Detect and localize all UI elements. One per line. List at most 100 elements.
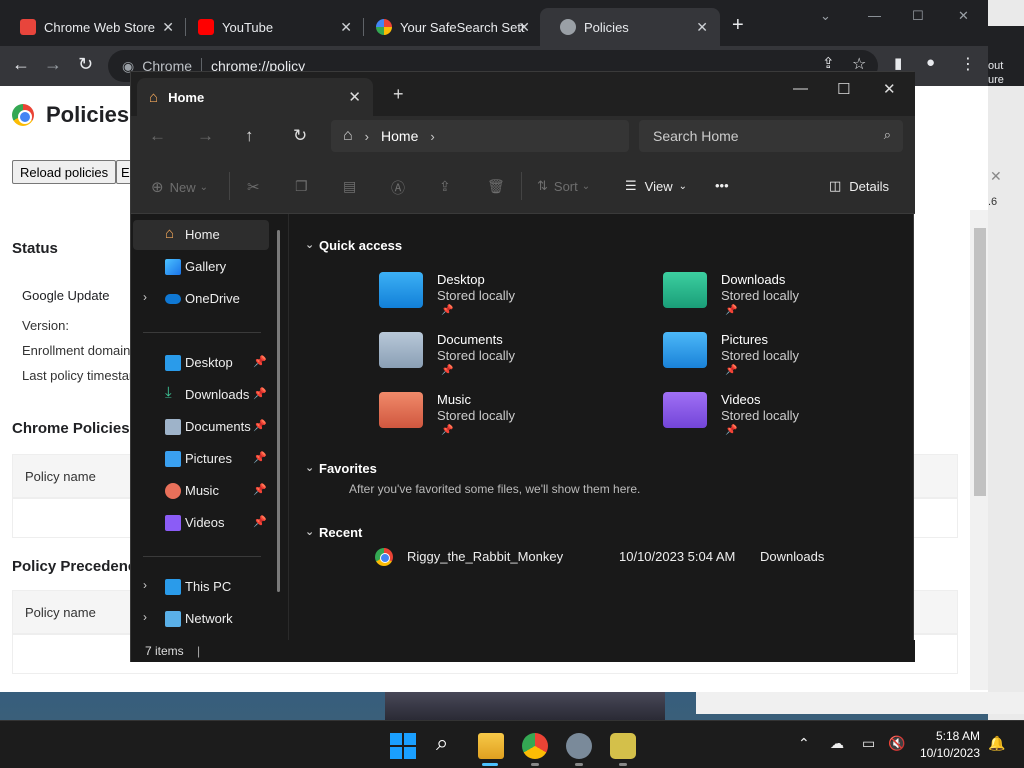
item-status: Stored locally	[721, 348, 800, 363]
sort-button[interactable]: ⇅ Sort ⌄	[537, 178, 590, 194]
pin-icon[interactable]: 📌	[253, 419, 267, 432]
scrollbar-thumb[interactable]	[974, 228, 986, 496]
new-tab-button[interactable]: +	[732, 14, 744, 37]
close-icon[interactable]: ✕	[348, 88, 361, 106]
new-button[interactable]: ⊕ New ⌄	[151, 178, 208, 196]
delete-icon[interactable]: 🗑	[487, 178, 505, 195]
network-status-icon[interactable]: ▭	[862, 735, 875, 752]
recent-header[interactable]: ⌄ Recent	[305, 525, 362, 540]
share-icon[interactable]: ⇪	[822, 54, 835, 72]
profile-icon[interactable]: ●	[926, 54, 935, 71]
search-icon[interactable]: ⌕	[436, 730, 462, 756]
cut-icon[interactable]: ✂	[247, 178, 260, 196]
tab-policies[interactable]: Policies ✕	[540, 8, 720, 46]
sidebar-scrollbar[interactable]	[277, 230, 280, 592]
search-input[interactable]: Search Home ⌕	[639, 120, 903, 152]
start-button[interactable]	[390, 733, 416, 759]
file-explorer-icon[interactable]	[478, 733, 504, 759]
sidebar-item-gallery[interactable]: Gallery	[133, 252, 269, 282]
forward-icon[interactable]: →	[44, 54, 62, 75]
tab-chrome-web-store[interactable]: Chrome Web Store ✕	[0, 8, 186, 46]
sidebar-item-home[interactable]: ⌂ Home	[133, 220, 269, 250]
paste-icon[interactable]: ▤	[343, 178, 356, 195]
tab-safesearch[interactable]: Your SafeSearch Sett ✕	[356, 8, 542, 46]
recent-file-row[interactable]: Riggy_the_Rabbit_Monkey 10/10/2023 5:04 …	[375, 548, 855, 572]
chevron-down-icon[interactable]: ⌄	[820, 8, 831, 24]
quick-access-desktop[interactable]: Desktop Stored locally 📌	[379, 272, 629, 332]
download-icon: ⤓	[165, 384, 172, 401]
web-store-icon	[20, 19, 36, 35]
chevron-right-icon[interactable]: ›	[143, 290, 147, 304]
close-icon[interactable]: ✕	[958, 8, 969, 24]
more-options-icon[interactable]: •••	[715, 178, 729, 193]
quick-access-header[interactable]: ⌄ Quick access	[305, 238, 402, 253]
maximize-icon[interactable]: ☐	[912, 8, 924, 24]
share-icon[interactable]: ⇪	[439, 178, 451, 195]
breadcrumb[interactable]: Home	[381, 128, 418, 144]
computer-icon	[165, 579, 181, 595]
chevron-up-icon[interactable]: ⌃	[798, 735, 810, 752]
quick-access-videos[interactable]: Videos Stored locally 📌	[663, 392, 913, 452]
chrome-icon[interactable]	[522, 733, 548, 759]
system-clock[interactable]: 5:18 AM 10/10/2023	[910, 728, 980, 762]
minimize-icon[interactable]: —	[793, 80, 808, 97]
background-window[interactable]: out ure .6 ✕	[988, 0, 1024, 720]
rename-icon[interactable]: Ⓐ	[391, 178, 405, 198]
sidebar-item-documents[interactable]: Documents 📌	[133, 412, 269, 442]
close-icon[interactable]: ✕	[340, 19, 352, 36]
taskbar: ⌕ ⌃ ☁ ▭ 🔇 5:18 AM 10/10/2023 🔔	[0, 720, 1024, 768]
pin-icon[interactable]: 📌	[253, 451, 267, 464]
forward-icon[interactable]: →	[197, 126, 214, 146]
sidebar-item-music[interactable]: Music 📌	[133, 476, 269, 506]
pin-icon[interactable]: 📌	[253, 387, 267, 400]
menu-icon[interactable]: ⋮	[960, 54, 976, 74]
pin-icon[interactable]: 📌	[253, 483, 267, 496]
reload-policies-button[interactable]: Reload policies	[12, 160, 117, 184]
close-icon[interactable]: ✕	[696, 19, 708, 36]
address-bar[interactable]: ⌂ › Home ›	[331, 120, 629, 152]
pin-icon[interactable]: 📌	[253, 515, 267, 528]
item-status: Stored locally	[437, 288, 516, 303]
sidebar-item-pictures[interactable]: Pictures 📌	[133, 444, 269, 474]
pin-icon[interactable]: 📌	[253, 355, 267, 368]
up-icon[interactable]: ↑	[245, 126, 254, 146]
chevron-right-icon[interactable]: ›	[430, 129, 434, 144]
tab-youtube[interactable]: YouTube ✕	[178, 8, 364, 46]
favorites-header[interactable]: ⌄ Favorites	[305, 461, 377, 476]
sidebar-item-network[interactable]: › Network	[133, 604, 269, 634]
reload-icon[interactable]: ↻	[78, 54, 93, 75]
volume-muted-icon[interactable]: 🔇	[888, 735, 905, 752]
close-icon[interactable]: ✕	[990, 168, 1002, 185]
side-panel-icon[interactable]: ▮	[894, 54, 902, 72]
back-icon[interactable]: ←	[12, 54, 30, 75]
search-placeholder: Search Home	[653, 128, 739, 144]
notification-bell-icon[interactable]: 🔔	[988, 735, 1005, 752]
app-icon[interactable]	[610, 733, 636, 759]
sidebar-item-this-pc[interactable]: › This PC	[133, 572, 269, 602]
back-icon[interactable]: ←	[149, 126, 166, 146]
chevron-right-icon[interactable]: ›	[143, 610, 147, 624]
weather-icon[interactable]: ☁	[830, 735, 844, 752]
copy-icon[interactable]: ❐	[295, 178, 308, 195]
quick-access-pictures[interactable]: Pictures Stored locally 📌	[663, 332, 913, 392]
quick-access-documents[interactable]: Documents Stored locally 📌	[379, 332, 629, 392]
sidebar-item-desktop[interactable]: Desktop 📌	[133, 348, 269, 378]
view-button[interactable]: ☰ View ⌄	[625, 178, 687, 194]
minimize-icon[interactable]: —	[868, 8, 881, 23]
sidebar-item-downloads[interactable]: ⤓ Downloads 📌	[133, 380, 269, 410]
details-button[interactable]: ◫ Details	[829, 178, 889, 194]
sidebar-item-label: Gallery	[185, 259, 227, 274]
explorer-tab-home[interactable]: ⌂ Home ✕	[137, 78, 373, 116]
close-icon[interactable]: ✕	[518, 19, 530, 36]
maximize-icon[interactable]: ☐	[837, 80, 850, 98]
close-icon[interactable]: ✕	[162, 19, 174, 36]
quick-access-music[interactable]: Music Stored locally 📌	[379, 392, 629, 452]
new-tab-button[interactable]: +	[393, 84, 404, 105]
refresh-icon[interactable]: ↻	[293, 126, 307, 146]
chevron-right-icon[interactable]: ›	[143, 578, 147, 592]
sidebar-item-onedrive[interactable]: › OneDrive	[133, 284, 269, 314]
quick-access-downloads[interactable]: Downloads Stored locally 📌	[663, 272, 913, 332]
sidebar-item-videos[interactable]: Videos 📌	[133, 508, 269, 538]
close-icon[interactable]: ✕	[883, 80, 896, 98]
settings-gear-icon[interactable]	[566, 733, 592, 759]
